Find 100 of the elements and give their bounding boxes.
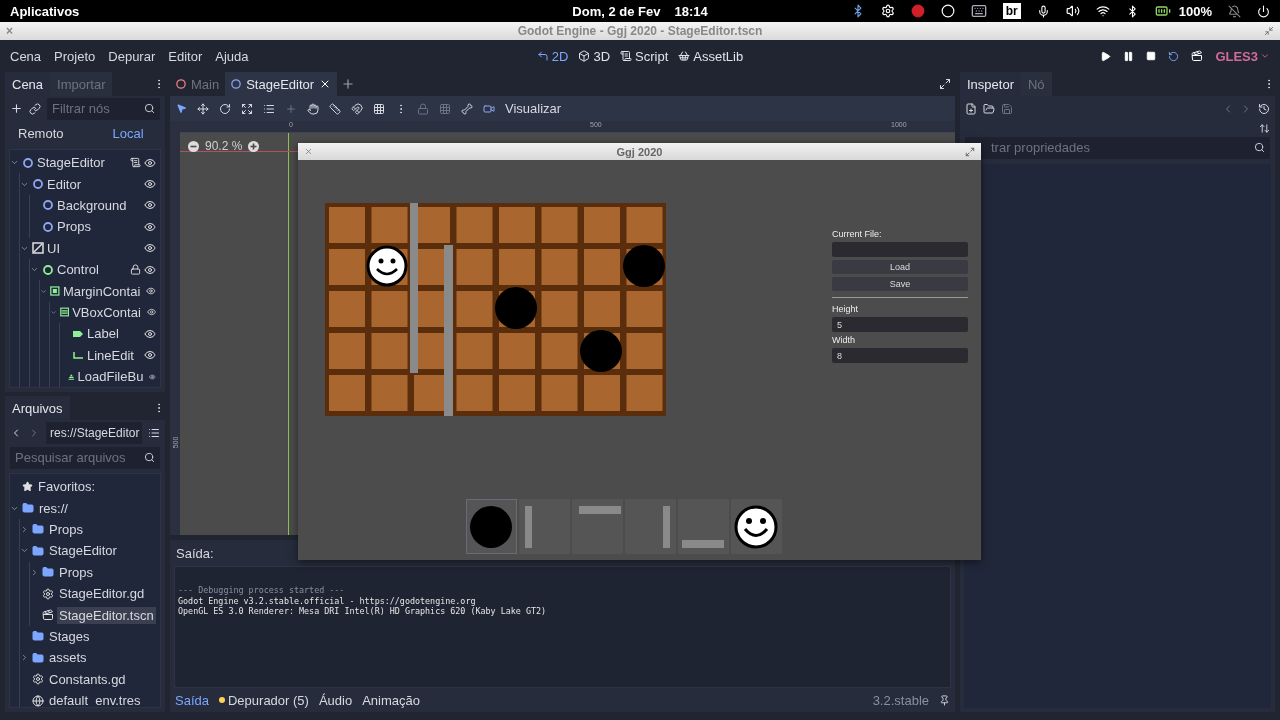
camera-icon[interactable]: [483, 102, 495, 115]
height-field[interactable]: 5: [832, 317, 968, 332]
menu-item[interactable]: Editor: [168, 48, 203, 64]
file-item[interactable]: StageEditor.gd: [57, 585, 147, 603]
workspace-tab[interactable]: AssetLib: [678, 48, 744, 64]
pause-icon[interactable]: [1123, 50, 1135, 62]
select-icon[interactable]: [176, 103, 187, 114]
script-icon[interactable]: [130, 157, 141, 169]
hand-icon[interactable]: [307, 102, 319, 115]
file-item[interactable]: res://: [37, 499, 70, 517]
node-name[interactable]: Background: [57, 197, 127, 213]
node-name[interactable]: LoadFileBu: [77, 369, 144, 385]
gear-icon[interactable]: [880, 4, 895, 18]
scene-tab[interactable]: StageEditor: [225, 72, 338, 96]
bottom-tab[interactable]: Depurador (5): [219, 692, 309, 708]
node-name[interactable]: Control: [57, 262, 99, 278]
save-icon[interactable]: [1001, 102, 1013, 115]
eye-icon[interactable]: [144, 327, 156, 340]
reload-icon[interactable]: [1168, 50, 1180, 62]
volume-icon[interactable]: [1065, 4, 1080, 18]
keyboard-layout[interactable]: br: [1002, 3, 1021, 19]
load-button[interactable]: Load: [832, 260, 968, 274]
list-icon[interactable]: [148, 426, 160, 439]
save-button[interactable]: Save: [832, 277, 968, 291]
magnet-icon[interactable]: [351, 102, 363, 115]
mode-button[interactable]: Local: [88, 126, 160, 141]
eye-icon[interactable]: [144, 199, 156, 212]
sort-icon[interactable]: [1259, 122, 1270, 134]
file-item[interactable]: StageEditor.tscn: [57, 606, 156, 624]
restore-icon[interactable]: [1264, 26, 1274, 36]
keyboard-icon[interactable]: [970, 3, 987, 19]
lock-icon[interactable]: [130, 264, 141, 276]
bottom-tab[interactable]: Áudio: [318, 692, 353, 708]
eye-icon[interactable]: [144, 178, 156, 191]
fullscreen-icon[interactable]: [939, 78, 951, 90]
file-item[interactable]: Favoritos:: [36, 478, 98, 496]
current-file-field[interactable]: [832, 242, 968, 257]
workspace-tab[interactable]: Script: [620, 48, 669, 64]
dock-tab[interactable]: Arquivos: [5, 396, 70, 420]
new-resource-icon[interactable]: [965, 102, 977, 115]
node-name[interactable]: Props: [57, 219, 91, 235]
eye-icon[interactable]: [144, 156, 156, 169]
microphone-icon[interactable]: [1036, 4, 1050, 18]
bone-icon[interactable]: [461, 102, 473, 115]
property-filter-field[interactable]: trar propriedades: [965, 136, 1270, 159]
menu-item[interactable]: Cena: [10, 48, 42, 64]
zoom-in-icon[interactable]: [248, 140, 260, 152]
file-item[interactable]: Props: [47, 520, 85, 538]
eye-icon[interactable]: [144, 349, 156, 362]
file-item[interactable]: StageEditor: [47, 542, 119, 560]
filter-field[interactable]: Filtrar nós: [47, 97, 160, 120]
clapperboard-icon[interactable]: [1191, 50, 1204, 62]
zoom-out-icon[interactable]: [188, 140, 199, 152]
maximize-icon[interactable]: [965, 146, 975, 157]
file-item[interactable]: Constants.gd: [47, 670, 128, 688]
palette-slot[interactable]: [730, 499, 782, 554]
view-menu[interactable]: Visualizar: [505, 101, 562, 116]
grid-icon[interactable]: [373, 102, 385, 115]
file-item[interactable]: Props: [57, 563, 95, 581]
renderer-dropdown[interactable]: GLES3: [1215, 48, 1270, 64]
move-icon[interactable]: [197, 102, 209, 115]
history-icon[interactable]: [1258, 102, 1270, 115]
menu-item[interactable]: Depurar: [108, 48, 156, 64]
file-item[interactable]: default_env.tres: [47, 692, 143, 707]
eye-icon[interactable]: [144, 263, 156, 276]
file-item[interactable]: assets: [47, 649, 89, 667]
node-name[interactable]: Label: [87, 326, 119, 342]
group-icon[interactable]: [439, 102, 451, 115]
workspace-tab[interactable]: 3D: [578, 48, 611, 64]
node-name[interactable]: VBoxContai: [72, 304, 141, 320]
search-field[interactable]: Pesquisar arquivos: [10, 446, 160, 469]
applications-menu[interactable]: Aplicativos: [10, 3, 573, 19]
zoom-level[interactable]: 90.2 %: [205, 139, 243, 153]
open-folder-icon[interactable]: [983, 102, 995, 115]
scale-icon[interactable]: [241, 102, 253, 115]
link-icon[interactable]: [29, 102, 41, 115]
node-name[interactable]: Editor: [47, 176, 81, 192]
node-name[interactable]: MarginContai: [63, 283, 141, 299]
eye-icon[interactable]: [144, 220, 156, 233]
rotate-icon[interactable]: [219, 102, 231, 115]
list-icon[interactable]: [263, 102, 275, 115]
menu-item[interactable]: Ajuda: [215, 48, 249, 64]
mode-button[interactable]: Remoto: [10, 126, 82, 141]
add-icon[interactable]: [10, 102, 23, 115]
file-item[interactable]: Stages: [47, 627, 92, 645]
eye-icon[interactable]: [144, 242, 156, 255]
menu-item[interactable]: Projeto: [54, 48, 96, 64]
dock-tab[interactable]: Inspetor: [960, 72, 1021, 96]
width-field[interactable]: 8: [832, 348, 968, 363]
stop-icon[interactable]: [1146, 51, 1157, 61]
bell-off-icon[interactable]: [1228, 4, 1241, 18]
play-icon[interactable]: [1100, 50, 1112, 62]
workspace-tab[interactable]: 2D: [536, 48, 569, 64]
wifi-icon[interactable]: [1095, 4, 1110, 18]
power-icon[interactable]: [1257, 4, 1270, 18]
path-field[interactable]: res://StageEditor: [46, 421, 142, 444]
node-name[interactable]: LineEdit: [87, 347, 134, 363]
bottom-tab[interactable]: Saída: [175, 692, 209, 708]
bottom-tab[interactable]: Animação: [362, 692, 420, 708]
dock-tab[interactable]: Cena: [5, 72, 51, 96]
